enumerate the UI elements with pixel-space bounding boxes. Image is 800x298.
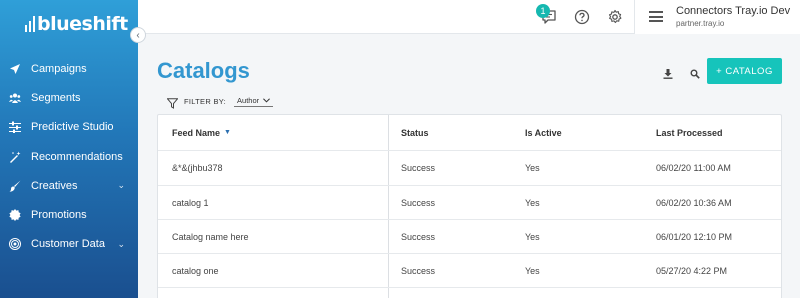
users-icon: [9, 92, 21, 104]
gear-badge-icon: [9, 209, 21, 222]
feed-name-cell[interactable]: Catalog name here: [172, 220, 249, 253]
column-header-label: Feed Name: [172, 127, 221, 138]
user-menu[interactable]: Connectors Tray.io Dev partner.tray.io: [634, 0, 800, 34]
sidebar-item-predictive-studio[interactable]: Predictive Studio: [0, 113, 138, 142]
status-cell: Success: [401, 197, 436, 208]
filter-select[interactable]: Author: [234, 95, 274, 107]
sidebar-item-label: Campaigns: [31, 62, 87, 75]
magic-wand-icon: [9, 151, 21, 163]
is-active-cell: Yes: [525, 231, 540, 242]
sidebar-item-label: Recommendations: [31, 150, 123, 163]
sidebar-item-customer-data[interactable]: Customer Data ⌄: [0, 230, 138, 259]
column-header-last-processed[interactable]: Last Processed: [656, 115, 723, 150]
filter-label: FILTER BY:: [184, 96, 227, 106]
last-processed-cell: 05/27/20 4:22 PM: [656, 265, 728, 276]
sidebar-item-label: Segments: [31, 91, 81, 104]
collapse-sidebar-button[interactable]: ‹: [130, 27, 146, 43]
catalogs-table: Feed Name ▼ Status Is Active Last Proces…: [157, 114, 782, 298]
table-row[interactable]: &*&(jhbu378 Success Yes 06/02/20 11:00 A…: [158, 151, 781, 186]
blueshift-logo[interactable]: blueshift: [25, 13, 128, 35]
chevron-left-icon: ‹: [136, 29, 140, 41]
sidebar-item-recommendations[interactable]: Recommendations: [0, 142, 138, 171]
sliders-icon: [9, 121, 21, 134]
table-row[interactable]: catalog 1 Success Yes 06/02/20 10:36 AM: [158, 186, 781, 220]
table-row[interactable]: Catalog name here Success Yes 06/01/20 1…: [158, 220, 781, 254]
add-catalog-button[interactable]: + CATALOG: [707, 58, 782, 84]
download-icon[interactable]: [663, 66, 673, 79]
paper-plane-icon: [9, 63, 21, 75]
sidebar-nav: Campaigns Segments Predictive Studio Rec…: [0, 54, 138, 259]
user-account: partner.tray.io: [676, 19, 725, 28]
status-cell: Success: [401, 231, 436, 242]
sidebar-item-creatives[interactable]: Creatives ⌄: [0, 171, 138, 200]
sidebar: blueshift Campaigns Segments Predictive …: [0, 0, 138, 298]
settings-gear-icon[interactable]: [606, 8, 624, 26]
sidebar-item-label: Creatives: [31, 179, 78, 192]
column-header-feed-name[interactable]: Feed Name ▼: [172, 115, 231, 150]
chevron-down-icon: [263, 97, 271, 103]
notification-badge: 1: [536, 4, 550, 18]
chevron-down-icon[interactable]: ⌄: [117, 180, 125, 191]
help-icon[interactable]: [573, 8, 591, 26]
sidebar-item-label: Promotions: [31, 209, 87, 222]
logo-mark-icon: [25, 16, 35, 32]
table-header-row: Feed Name ▼ Status Is Active Last Proces…: [158, 115, 781, 151]
status-cell: Success: [401, 163, 436, 173]
last-processed-cell: 06/01/20 12:10 PM: [656, 231, 733, 242]
column-header-status[interactable]: Status: [401, 115, 429, 150]
logo-text: blueshift: [37, 13, 128, 35]
table-row[interactable]: catalog one Success Yes 05/27/20 4:22 PM: [158, 254, 781, 288]
fingerprint-icon: [9, 238, 21, 251]
user-name: Connectors Tray.io Dev: [676, 5, 791, 17]
sidebar-item-segments[interactable]: Segments: [0, 83, 138, 112]
search-icon[interactable]: [690, 66, 700, 79]
filter-select-value: Author: [237, 95, 260, 105]
is-active-cell: Yes: [525, 265, 540, 276]
feed-name-cell[interactable]: catalog 1: [172, 186, 209, 219]
filter-bar: FILTER BY: Author: [166, 94, 274, 109]
feed-name-cell[interactable]: catalog one: [172, 254, 219, 287]
sidebar-item-promotions[interactable]: Promotions: [0, 200, 138, 229]
is-active-cell: Yes: [525, 197, 540, 208]
is-active-cell: Yes: [525, 163, 540, 173]
chevron-down-icon[interactable]: ⌄: [117, 239, 125, 250]
last-processed-cell: 06/02/20 10:36 AM: [656, 197, 732, 208]
brush-icon: [9, 180, 21, 192]
sort-descending-icon[interactable]: ▼: [224, 129, 231, 136]
last-processed-cell: 06/02/20 11:00 AM: [656, 163, 731, 173]
sidebar-item-label: Predictive Studio: [31, 121, 114, 134]
filter-funnel-icon: [166, 96, 179, 109]
status-cell: Success: [401, 265, 436, 276]
page-title: Catalogs: [157, 58, 250, 83]
sidebar-item-label: Customer Data: [31, 238, 105, 251]
sidebar-item-campaigns[interactable]: Campaigns: [0, 54, 138, 83]
column-header-is-active[interactable]: Is Active: [525, 115, 562, 150]
hamburger-menu-icon[interactable]: [649, 11, 663, 22]
feed-name-cell[interactable]: &*&(jhbu378: [172, 151, 223, 185]
